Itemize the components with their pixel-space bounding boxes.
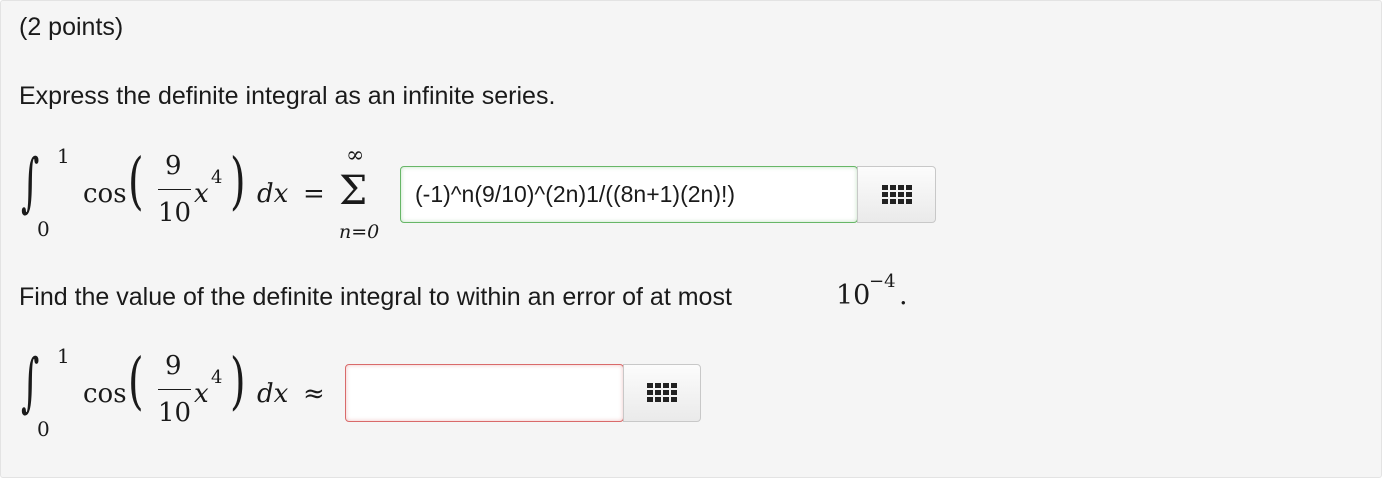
exponent-4: 4 bbox=[211, 367, 223, 388]
equals-sign: = bbox=[303, 179, 325, 209]
variable-x: x bbox=[194, 379, 209, 409]
fraction-denominator: 10 bbox=[158, 198, 192, 228]
equation-palette-icon bbox=[881, 184, 912, 205]
exponent-4: 4 bbox=[211, 167, 223, 188]
value-answer-input[interactable] bbox=[345, 364, 624, 422]
integral-upper-limit: 1 bbox=[57, 344, 70, 368]
integral-lower-limit: 0 bbox=[37, 417, 50, 441]
integral-sign: ∫ bbox=[21, 346, 40, 420]
prompt-value-text: Find the value of the definite integral … bbox=[19, 283, 732, 311]
variable-x: x bbox=[194, 179, 209, 209]
sigma-symbol: Σ bbox=[339, 168, 368, 214]
sum-lower-limit: n=0 bbox=[339, 221, 380, 243]
dx-label: dx bbox=[257, 379, 289, 409]
equation-palette-button-2[interactable] bbox=[623, 364, 701, 422]
left-paren: ( bbox=[128, 346, 144, 418]
sum-upper-limit: ∞ bbox=[346, 143, 365, 168]
fraction-bar bbox=[158, 189, 191, 190]
integral-lower-limit: 0 bbox=[37, 217, 50, 241]
question-prompt-series: Express the definite integral as an infi… bbox=[19, 82, 556, 110]
fraction-numerator: 9 bbox=[165, 151, 182, 181]
error-base: 10 bbox=[836, 280, 871, 311]
right-paren: ) bbox=[230, 346, 246, 418]
approx-sign: ≈ bbox=[303, 379, 325, 409]
cos-function: cos bbox=[83, 379, 127, 409]
equation-palette-button-1[interactable] bbox=[857, 166, 936, 223]
equation-palette-icon bbox=[647, 383, 677, 403]
error-period: . bbox=[899, 280, 908, 311]
problem-panel: (2 points) Express the definite integral… bbox=[0, 0, 1382, 478]
integral-sign: ∫ bbox=[21, 146, 40, 220]
fraction-denominator: 10 bbox=[158, 398, 192, 428]
dx-label: dx bbox=[257, 179, 289, 209]
fraction-bar bbox=[158, 389, 191, 390]
points-label: (2 points) bbox=[19, 13, 124, 41]
left-paren: ( bbox=[128, 146, 144, 218]
cos-function: cos bbox=[83, 179, 127, 209]
error-exponent: −4 bbox=[869, 271, 896, 292]
series-answer-input[interactable] bbox=[400, 166, 858, 223]
fraction-numerator: 9 bbox=[165, 351, 182, 381]
right-paren: ) bbox=[230, 146, 246, 218]
integral-upper-limit: 1 bbox=[57, 144, 70, 168]
